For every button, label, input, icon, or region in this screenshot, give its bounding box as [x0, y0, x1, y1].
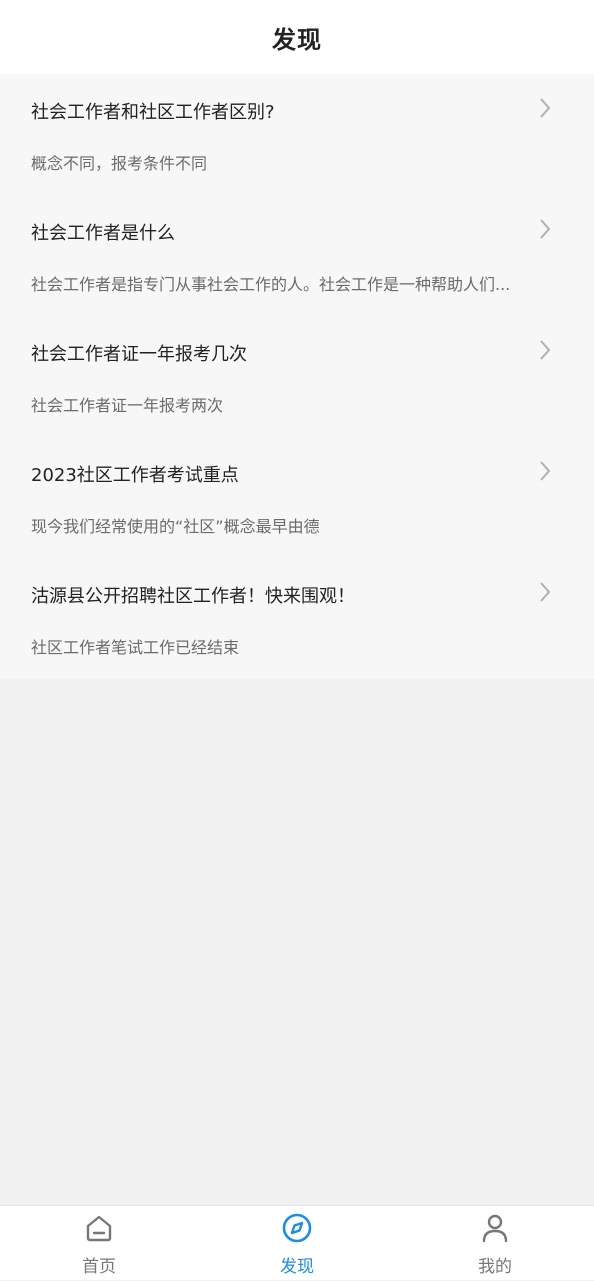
page-title: 发现	[272, 25, 322, 54]
tab-label: 首页	[82, 1257, 116, 1277]
chevron-right-icon	[540, 340, 551, 360]
article-title: 社会工作者证一年报考几次	[31, 344, 247, 365]
list-item[interactable]: 社会工作者证一年报考几次 社会工作者证一年报考两次	[0, 316, 594, 437]
article-summary: 概念不同，报考条件不同	[31, 154, 208, 173]
tab-profile[interactable]: 我的	[435, 1206, 555, 1281]
article-summary: 社区工作者笔试工作已经结束	[31, 638, 240, 657]
person-icon	[482, 1214, 508, 1243]
tab-discover[interactable]: 发现	[237, 1206, 357, 1281]
list-item[interactable]: 2023社区工作者考试重点 现今我们经常使用的“社区”概念最早由德	[0, 437, 594, 558]
tab-label: 我的	[478, 1257, 512, 1277]
list-item[interactable]: 社会工作者是什么 社会工作者是指专门从事社会工作的人。社会工作是一种帮助人们..…	[0, 195, 594, 316]
article-summary: 社会工作者是指专门从事社会工作的人。社会工作是一种帮助人们...	[31, 275, 511, 294]
article-summary: 社会工作者证一年报考两次	[31, 396, 224, 415]
list-item[interactable]: 沽源县公开招聘社区工作者！快来围观！ 社区工作者笔试工作已经结束	[0, 558, 594, 679]
home-icon	[86, 1215, 112, 1242]
chevron-right-icon	[540, 98, 551, 118]
chevron-right-icon	[540, 461, 551, 481]
list-item[interactable]: 社会工作者和社区工作者区别? 概念不同，报考条件不同	[0, 74, 594, 195]
article-title: 2023社区工作者考试重点	[31, 465, 239, 486]
compass-icon	[282, 1213, 312, 1243]
tab-home[interactable]: 首页	[39, 1206, 159, 1281]
bottom-tab-bar: 首页 发现 我的	[0, 1205, 594, 1280]
article-title: 社会工作者是什么	[31, 223, 175, 244]
article-summary: 现今我们经常使用的“社区”概念最早由德	[31, 517, 320, 536]
article-title: 沽源县公开招聘社区工作者！快来围观！	[31, 586, 355, 607]
tab-label: 发现	[280, 1257, 314, 1277]
top-bar: 发现	[0, 0, 594, 74]
chevron-right-icon	[540, 582, 551, 602]
chevron-right-icon	[540, 219, 551, 239]
article-list: 社会工作者和社区工作者区别? 概念不同，报考条件不同 社会工作者是什么 社会工作…	[0, 74, 594, 679]
article-title: 社会工作者和社区工作者区别?	[31, 102, 275, 123]
